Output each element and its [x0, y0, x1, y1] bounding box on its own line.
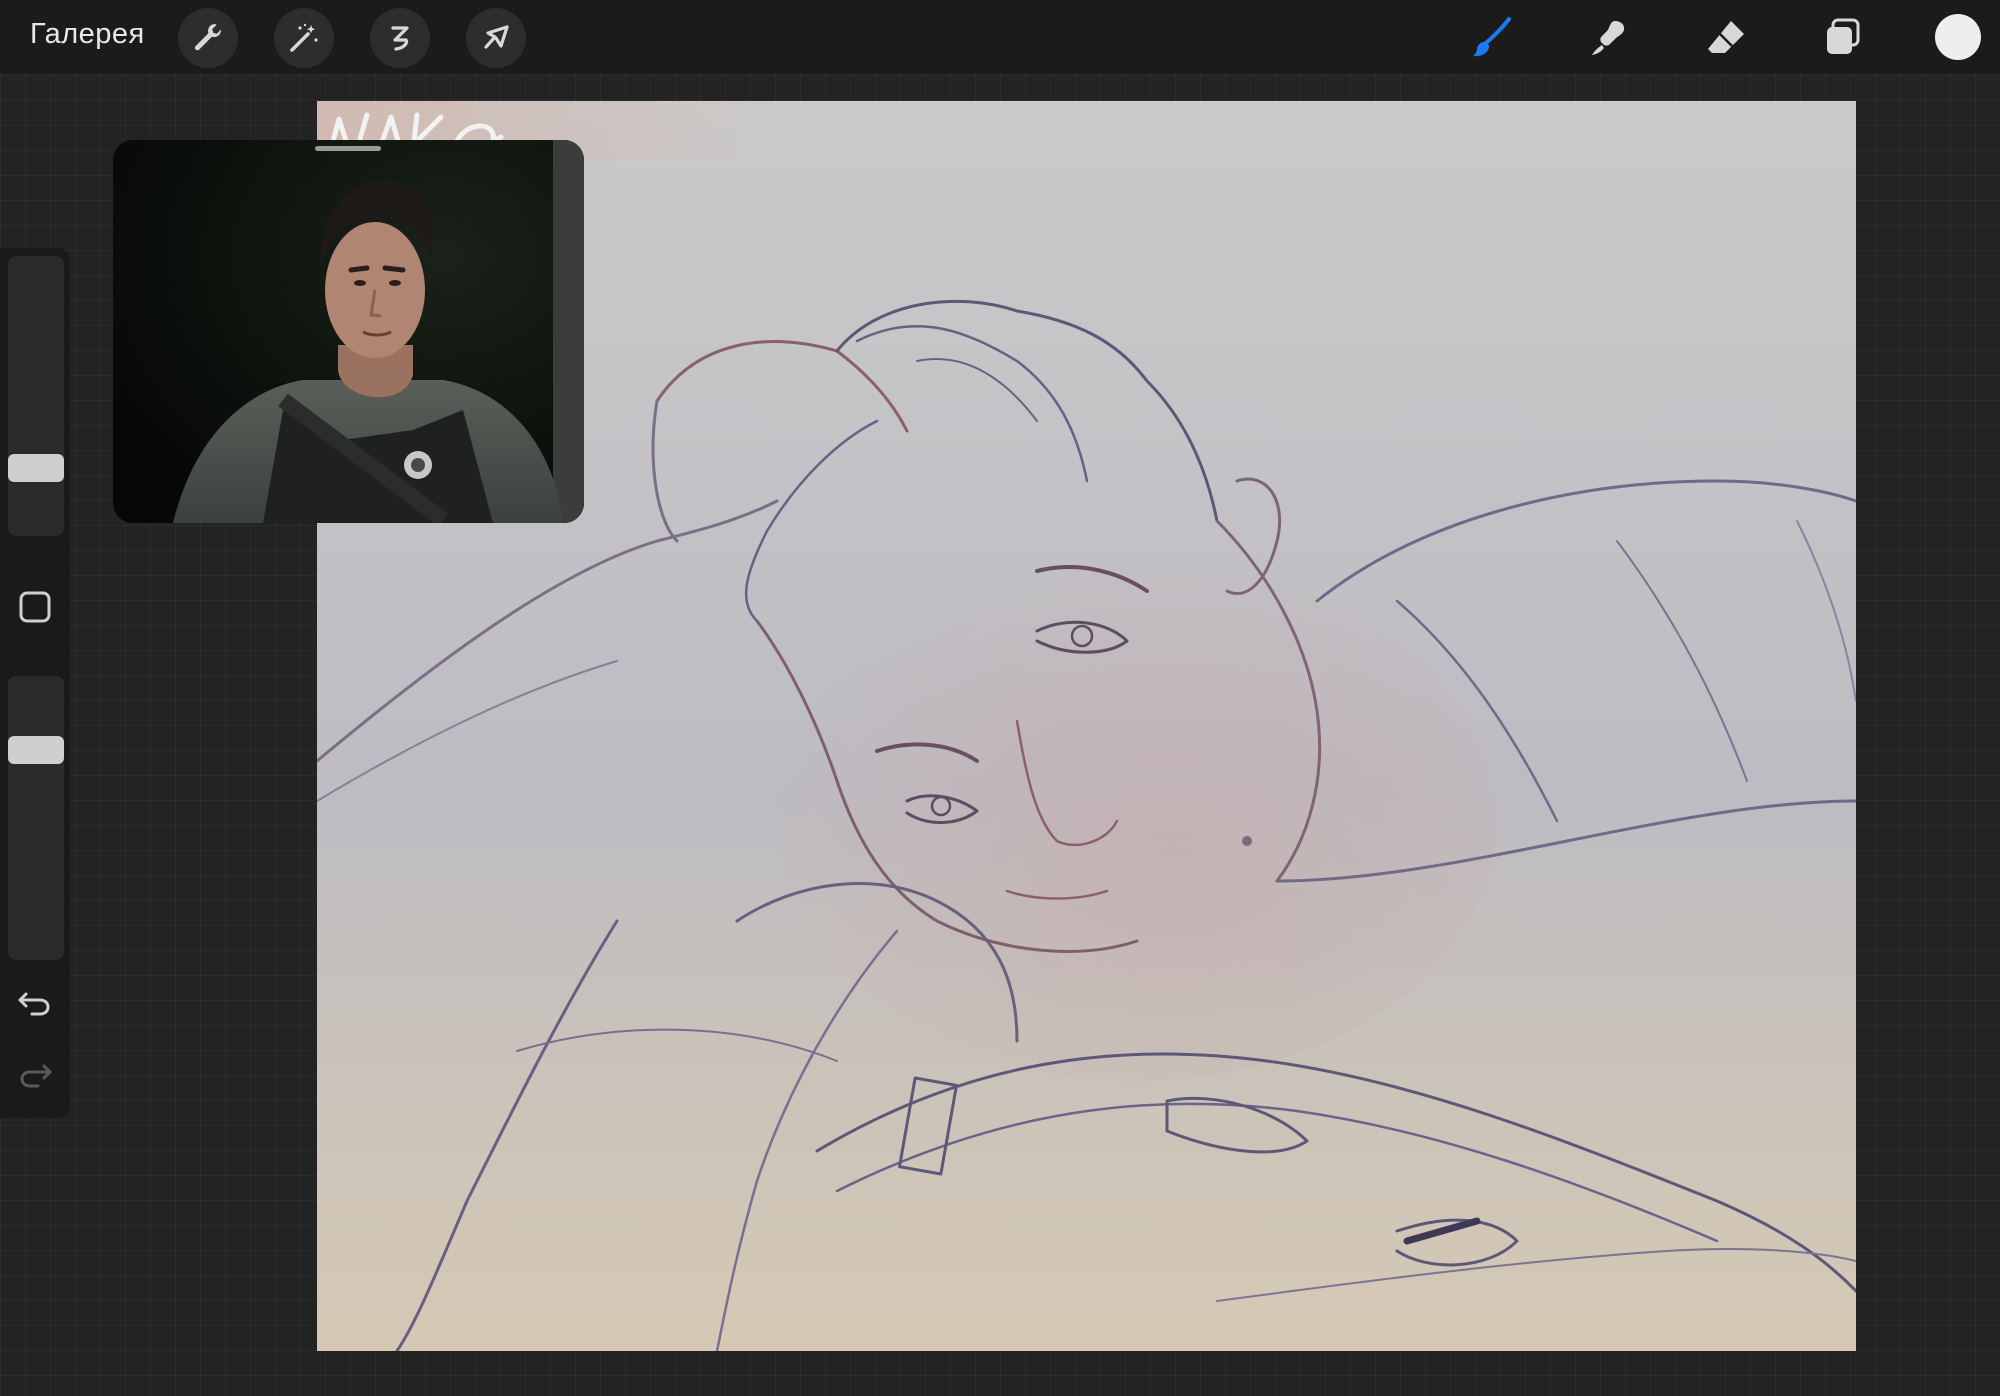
selection-icon	[391, 26, 409, 51]
paint-button[interactable]	[1460, 8, 1524, 68]
transform-button[interactable]	[466, 8, 526, 68]
layers-icon	[1827, 18, 1860, 54]
eraser-icon	[1708, 21, 1744, 53]
reference-window[interactable]	[113, 140, 584, 523]
layers-button[interactable]	[1810, 8, 1874, 68]
arrow-cursor-icon	[484, 25, 509, 49]
actions-button[interactable]	[178, 8, 238, 68]
selection-button[interactable]	[370, 8, 430, 68]
reference-photo	[113, 140, 584, 523]
undo-icon	[18, 992, 50, 1016]
magic-wand-icon	[290, 23, 318, 52]
brush-size-slider[interactable]	[8, 256, 64, 536]
wrench-icon	[195, 24, 222, 51]
square-icon	[19, 591, 51, 623]
undo-button[interactable]	[14, 982, 56, 1024]
gallery-button[interactable]: Галерея	[30, 18, 145, 51]
brush-icon	[1473, 17, 1511, 57]
modify-button[interactable]	[17, 589, 53, 625]
opacity-thumb[interactable]	[8, 736, 64, 764]
redo-button[interactable]	[14, 1054, 56, 1096]
top-toolbar: Галерея	[0, 0, 2000, 74]
erase-button[interactable]	[1694, 8, 1758, 68]
sidebar	[0, 248, 70, 1118]
smudge-icon	[1592, 21, 1625, 55]
adjustments-button[interactable]	[274, 8, 334, 68]
reference-drag-handle[interactable]	[315, 146, 381, 151]
redo-icon	[20, 1064, 52, 1088]
smudge-button[interactable]	[1576, 8, 1640, 68]
color-picker-button[interactable]	[1935, 14, 1981, 60]
brush-size-thumb[interactable]	[8, 454, 64, 482]
opacity-slider[interactable]	[8, 676, 64, 960]
